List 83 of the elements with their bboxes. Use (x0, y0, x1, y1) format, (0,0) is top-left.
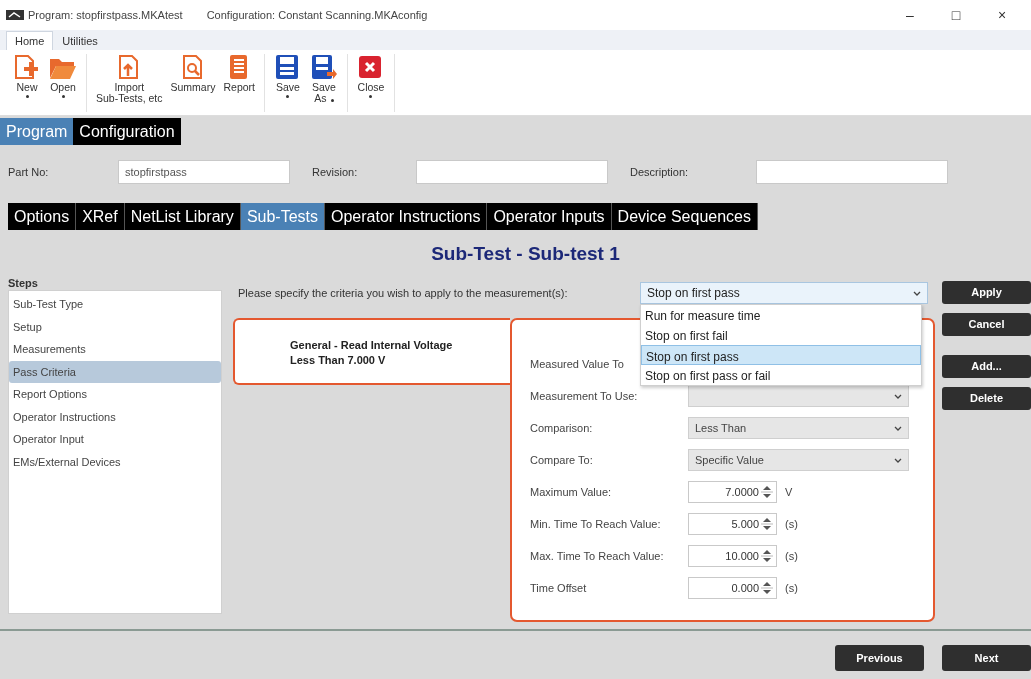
field-label: Revision: (312, 164, 359, 180)
ribbon-tab[interactable]: Home (6, 30, 54, 50)
action-button[interactable]: Cancel (942, 313, 1031, 336)
mode-tab[interactable]: Program (0, 118, 74, 145)
field-label: Comparison: (530, 421, 593, 434)
toolbar-button[interactable]: Close (355, 54, 387, 112)
field-label: Description: (630, 164, 690, 180)
dropdown-option[interactable]: Stop on first fail (641, 325, 921, 345)
step-item[interactable]: EMs/External Devices (9, 450, 221, 473)
step-item[interactable]: Sub-Test Type (9, 293, 221, 316)
field-label: Measurement To Use: (530, 389, 638, 402)
nav-button[interactable]: Previous (835, 645, 924, 671)
step-item[interactable]: Pass Criteria (9, 360, 221, 383)
field-label: Min. Time To Reach Value: (530, 517, 661, 530)
input-field[interactable] (756, 160, 948, 184)
panel-title: Steps (8, 276, 39, 290)
measurement-item[interactable]: General - Read Internal Voltage Less Than 7.000 V (233, 318, 510, 385)
dropdown-option[interactable]: Stop on first pass or fail (641, 365, 921, 385)
step-item[interactable]: Setup (9, 315, 221, 338)
window-subtitle: Configuration: Constant Scanning.MKAconfig (206, 7, 429, 23)
tab[interactable]: XRef (76, 203, 125, 230)
toolbar-button[interactable]: Save As (308, 54, 340, 112)
prompt-text: Please specify the criteria you wish to apply to the measurement(s): (238, 285, 568, 301)
unit-label: V (785, 484, 793, 500)
select-field[interactable]: Specific Value (688, 449, 909, 471)
input-field[interactable]: stopfirstpass (118, 160, 290, 184)
action-button[interactable]: Apply (942, 281, 1031, 304)
chevron-icon (894, 457, 902, 463)
number-field[interactable]: 0.000 (688, 577, 777, 599)
field-label: Time Offset (530, 581, 587, 594)
step-item[interactable]: Operator Input (9, 428, 221, 451)
number-field[interactable]: 5.000 (688, 513, 777, 535)
select-field[interactable] (688, 385, 909, 407)
toolbar-button[interactable]: New (11, 54, 43, 112)
number-field[interactable]: 7.0000 (688, 481, 777, 503)
field-label: Measured Value To (530, 357, 624, 370)
window-title: Program: stopfirstpass.MKAtest (28, 7, 183, 23)
unit-label: (s) (785, 548, 798, 564)
field-label: Maximum Value: (530, 485, 612, 498)
tab[interactable]: Options (8, 203, 77, 230)
app-icon (6, 9, 24, 21)
toolbar-button[interactable]: Report (221, 54, 257, 112)
tab[interactable]: Device Sequences (611, 203, 758, 230)
spinner-icon (761, 581, 773, 595)
tab[interactable]: Operator Instructions (325, 203, 488, 230)
page-heading: Sub-Test - Sub-test 1 (430, 242, 621, 266)
action-button[interactable]: Add... (942, 355, 1031, 378)
minimize-button[interactable]: – (887, 4, 933, 26)
tab[interactable]: Operator Inputs (487, 203, 612, 230)
unit-label: (s) (785, 516, 798, 532)
unit-label: (s) (785, 580, 798, 596)
close-button[interactable]: × (979, 4, 1025, 26)
chevron-icon (913, 290, 921, 296)
number-field[interactable]: 10.000 (688, 545, 777, 567)
step-item[interactable]: Measurements (9, 338, 221, 361)
field-label: Compare To: (530, 453, 593, 466)
toolbar-button[interactable]: Import Sub-Tests, etc (94, 54, 165, 112)
ribbon-tab[interactable]: Utilities (53, 30, 107, 50)
step-item[interactable]: Report Options (9, 383, 221, 406)
tab[interactable]: Sub-Tests (240, 203, 325, 230)
tab[interactable]: NetList Library (124, 203, 241, 230)
maximize-button[interactable]: □ (933, 4, 979, 26)
field-label: Part No: (8, 164, 50, 180)
select-field[interactable]: Less Than (688, 417, 909, 439)
action-button[interactable]: Delete (942, 387, 1031, 410)
dropdown-option[interactable]: Run for measure time (641, 305, 921, 325)
spinner-icon (761, 549, 773, 563)
toolbar-button[interactable]: Save (272, 54, 304, 112)
nav-button[interactable]: Next (942, 645, 1031, 671)
spinner-icon (761, 485, 773, 499)
spinner-icon (761, 517, 773, 531)
field-label: Max. Time To Reach Value: (530, 549, 664, 562)
floppy-disk-arrow-icon (310, 54, 338, 80)
toolbar-button[interactable]: Summary (168, 54, 218, 112)
chevron-icon (894, 425, 902, 431)
dropdown-option[interactable]: Stop on first pass (641, 345, 921, 365)
chevron-icon (894, 393, 902, 399)
mode-tab[interactable]: Configuration (73, 118, 181, 145)
file-plus-icon (13, 54, 41, 80)
input-field[interactable] (416, 160, 608, 184)
step-item[interactable]: Operator Instructions (9, 405, 221, 428)
criteria-dropdown[interactable]: Stop on first pass (640, 282, 928, 304)
toolbar-button[interactable]: Open (47, 54, 79, 112)
